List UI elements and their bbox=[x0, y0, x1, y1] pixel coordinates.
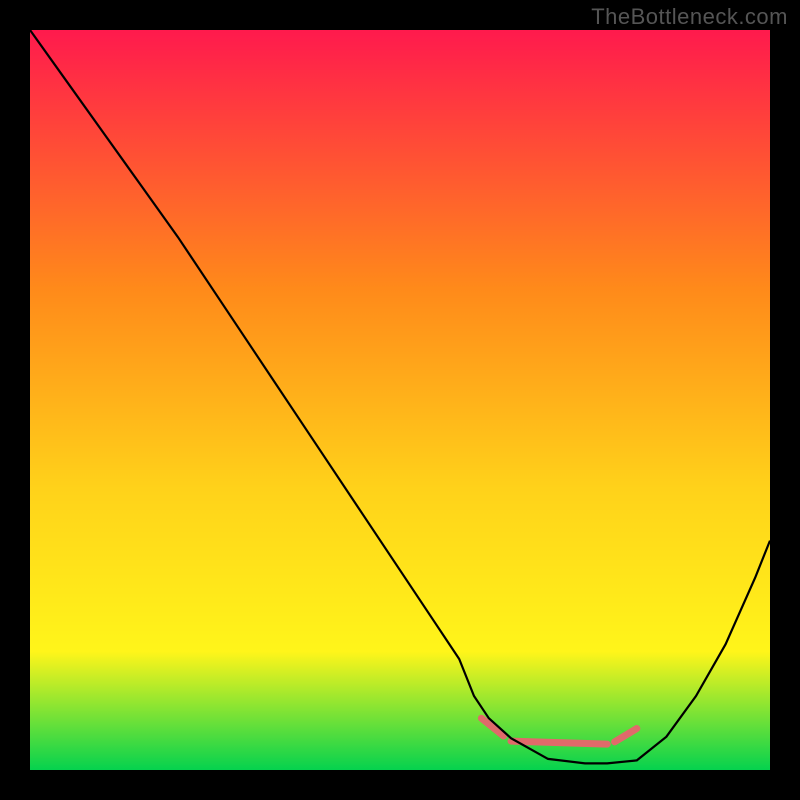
gradient-background bbox=[30, 30, 770, 770]
chart-svg bbox=[30, 30, 770, 770]
chart-frame: TheBottleneck.com bbox=[0, 0, 800, 800]
flat-marker-segment bbox=[511, 741, 607, 744]
watermark-text: TheBottleneck.com bbox=[591, 4, 788, 30]
plot-area bbox=[30, 30, 770, 770]
